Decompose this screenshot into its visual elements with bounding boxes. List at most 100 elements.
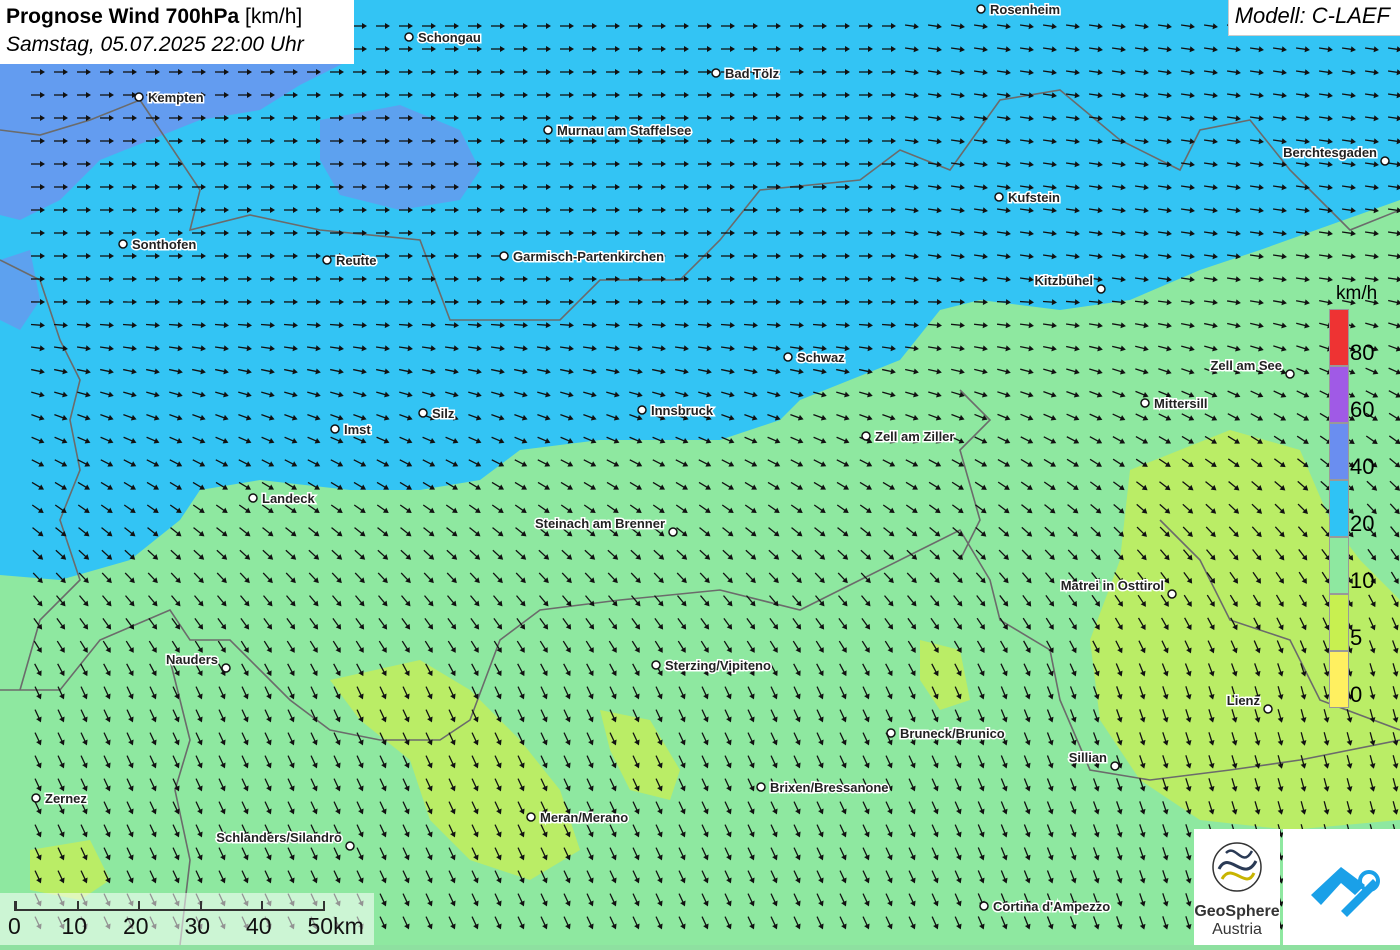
legend-swatch	[1329, 309, 1349, 366]
city-label: Sterzing/Vipiteno	[665, 658, 771, 673]
scale-tick	[261, 901, 263, 911]
city-marker: Cortina d'Ampezzo	[980, 899, 1110, 914]
city-dot	[712, 69, 720, 77]
city-label: Matrei in Osttirol	[1061, 578, 1164, 593]
city-label: Meran/Merano	[540, 810, 628, 825]
city-dot	[784, 353, 792, 361]
city-label: Mittersill	[1154, 396, 1207, 411]
scale-label: 50km	[308, 913, 364, 940]
city-marker: Meran/Merano	[527, 810, 628, 825]
city-label: Kempten	[148, 90, 204, 105]
city-label: Steinach am Brenner	[535, 516, 665, 531]
city-dot	[995, 193, 1003, 201]
map-title: Prognose Wind 700hPa [km/h]	[6, 3, 348, 31]
scale-tick	[15, 901, 17, 911]
city-marker: Rosenheim	[977, 2, 1060, 17]
legend-label: 20	[1350, 511, 1374, 537]
scale-tick	[200, 901, 202, 911]
geosphere-name: GeoSphere	[1194, 903, 1280, 921]
legend-swatch	[1329, 594, 1349, 651]
geosphere-country: Austria	[1194, 921, 1280, 939]
city-dot	[419, 409, 427, 417]
title-unit: [km/h]	[245, 5, 302, 28]
city-dot	[1264, 705, 1272, 713]
city-dot	[638, 406, 646, 414]
city-dot	[119, 240, 127, 248]
city-label: Bruneck/Brunico	[900, 726, 1005, 741]
city-dot	[222, 664, 230, 672]
cloud-arrow-icon	[1283, 829, 1400, 945]
color-legend: km/h 806040201050	[1326, 283, 1386, 713]
city-dot	[977, 5, 985, 13]
city-dot	[1111, 762, 1119, 770]
city-label: Schlanders/Silandro	[216, 830, 342, 845]
scale-tick	[323, 901, 325, 911]
city-label: Schwaz	[797, 350, 845, 365]
geosphere-logo[interactable]: GeoSphere Austria	[1194, 829, 1280, 945]
legend-label: 60	[1350, 397, 1374, 423]
city-label: Nauders	[166, 652, 218, 667]
forecast-datetime: Samstag, 05.07.2025 22:00 Uhr	[6, 31, 348, 59]
legend-unit: km/h	[1336, 283, 1377, 305]
city-dot	[652, 661, 660, 669]
scale-label: 30	[185, 913, 211, 940]
city-dot	[1381, 157, 1389, 165]
city-label: Rosenheim	[990, 2, 1060, 17]
geosphere-swirl-icon	[1194, 829, 1280, 899]
city-label: Lienz	[1227, 693, 1261, 708]
wind-map[interactable]: Rosenheim Schongau Bad Tölz Kempten Murnau a…	[0, 0, 1400, 945]
legend-swatch	[1329, 366, 1349, 423]
city-dot	[980, 902, 988, 910]
city-dot	[331, 425, 339, 433]
scale-tick	[77, 901, 79, 911]
title-main: Prognose Wind 700hPa	[6, 5, 239, 28]
scale-line	[14, 901, 324, 911]
city-label: Schongau	[418, 30, 481, 45]
legend-swatch	[1329, 423, 1349, 480]
legend-label: 5	[1350, 625, 1362, 651]
city-label: Berchtesgaden	[1283, 145, 1377, 160]
city-dot	[249, 494, 257, 502]
city-label: Murnau am Staffelsee	[557, 123, 691, 138]
city-dot	[862, 432, 870, 440]
city-label: Kitzbühel	[1035, 273, 1094, 288]
city-dot	[323, 256, 331, 264]
city-dot	[135, 93, 143, 101]
scale-tick	[138, 901, 140, 911]
scale-label: 10	[62, 913, 88, 940]
city-label: Bad Tölz	[725, 66, 780, 81]
city-dot	[669, 528, 677, 536]
city-label: Landeck	[262, 491, 316, 506]
legend-label: 40	[1350, 454, 1374, 480]
city-dot	[1097, 285, 1105, 293]
city-label: Sonthofen	[132, 237, 196, 252]
city-label: Brixen/Bressanone	[770, 780, 889, 795]
city-dot	[500, 252, 508, 260]
legend-swatch	[1329, 480, 1349, 537]
city-label: Zell am See	[1210, 358, 1282, 373]
city-marker: Murnau am Staffelsee	[544, 123, 691, 138]
city-marker: Zell am Ziller	[862, 429, 954, 444]
city-label: Imst	[344, 422, 371, 437]
city-dot	[405, 33, 413, 41]
scale-label: 0	[8, 913, 21, 940]
scale-bar: 01020304050km	[0, 893, 374, 945]
city-label: Zell am Ziller	[875, 429, 954, 444]
weather-app-logo[interactable]	[1283, 829, 1400, 945]
city-label: Garmisch-Partenkirchen	[513, 249, 664, 264]
legend-label: 80	[1350, 340, 1374, 366]
city-label: Kufstein	[1008, 190, 1060, 205]
city-label: Sillian	[1069, 750, 1107, 765]
city-label: Zernez	[45, 791, 87, 806]
city-dot	[887, 729, 895, 737]
city-label: Silz	[432, 406, 455, 421]
city-dot	[1141, 399, 1149, 407]
scale-label: 40	[246, 913, 272, 940]
city-dot	[32, 794, 40, 802]
model-label: Modell: C-LAEF	[1228, 0, 1400, 36]
city-label: Cortina d'Ampezzo	[993, 899, 1110, 914]
city-marker: Brixen/Bressanone	[757, 780, 889, 795]
title-panel: Prognose Wind 700hPa [km/h] Samstag, 05.…	[0, 0, 354, 64]
city-marker: Bruneck/Brunico	[887, 726, 1005, 741]
city-dot	[346, 842, 354, 850]
